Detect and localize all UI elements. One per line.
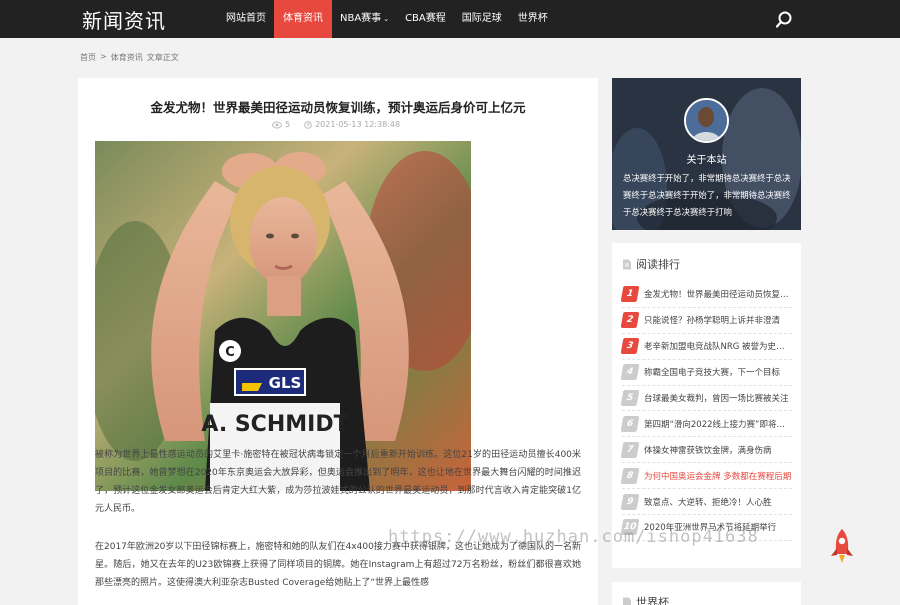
about-card: 关于本站 总决赛终于开始了，非常期待总决赛终于总决赛终于总决赛终于开始了，非常期… [612, 78, 801, 230]
rank-link[interactable]: 台球最美女裁判，曾因一场比赛被关注 [644, 392, 789, 404]
reading-rank-card: 阅读排行 1 金发尤物！世界最美田径运动员恢复训练 2 只能说怪？孙杨学聪明上诉并非… [612, 243, 801, 568]
nav-item-cba[interactable]: CBA赛程 [397, 0, 454, 38]
eye-icon [272, 121, 282, 128]
nav-item-worldcup[interactable]: 世界杯 [510, 0, 556, 38]
nav-item-nba[interactable]: NBA赛事 ⌄ [332, 0, 397, 38]
list-item[interactable]: 5 台球最美女裁判，曾因一场比赛被关注 [620, 386, 792, 412]
rank-link[interactable]: 只能说怪？孙杨学聪明上诉并非澄清 [644, 314, 780, 326]
list-item[interactable]: 7 体操女神雷获铁饮金牌，满身伤病 [620, 437, 792, 464]
rank-link[interactable]: 体操女神雷获铁饮金牌，满身伤病 [644, 444, 772, 456]
rank-list: 1 金发尤物！世界最美田径运动员恢复训练 2 只能说怪？孙杨学聪明上诉并非澄清 3老… [620, 282, 792, 541]
article-photo: C GLS A. SCHMIDT [95, 141, 471, 491]
site-logo[interactable]: 新闻资讯 [82, 5, 166, 34]
view-count-value: 5 [285, 120, 291, 129]
breadcrumb: 首页 > 体育资讯 文章正文 [80, 52, 179, 63]
rank-number: 2 [620, 312, 640, 329]
photo-bib-text: A. SCHMIDT [201, 412, 348, 437]
list-item[interactable]: 4 称霸全国电子竞技大赛，下一个目标 [620, 360, 792, 386]
list-item[interactable]: 6 第四期“滑向2022线上接力赛”即将开始 [620, 411, 792, 438]
rank-link[interactable]: 金发尤物！世界最美田径运动员恢复训练 [644, 288, 792, 300]
clock-icon [304, 120, 312, 129]
about-text: 总决赛终于开始了，非常期待总决赛终于总决赛终于总决赛终于开始了，非常期待总决赛终… [623, 173, 791, 217]
breadcrumb-current: 文章正文 [146, 53, 179, 62]
nav-item-sports[interactable]: 体育资讯 [274, 0, 332, 38]
nav-item-home[interactable]: 网站首页 [218, 0, 274, 38]
rank-number: 6 [620, 415, 640, 432]
main-nav: 网站首页 体育资讯 NBA赛事 ⌄ CBA赛程 国际足球 世界杯 [218, 0, 556, 38]
rank-number: 7 [620, 441, 640, 458]
worldcup-card: 世界杯 [612, 582, 801, 605]
rank-header: 阅读排行 [622, 256, 680, 272]
rank-link[interactable]: 称霸全国电子竞技大赛，下一个目标 [644, 366, 780, 378]
breadcrumb-home[interactable]: 首页 [80, 52, 96, 63]
rank-number: 3 [620, 338, 640, 355]
list-item[interactable]: 9 致意点、大逆转、拒绝冷！人心胜 [620, 489, 792, 516]
worldcup-header: 世界杯 [622, 594, 669, 605]
nav-label: 国际足球 [461, 13, 502, 24]
rank-link[interactable]: 老辛新加盟电竞战队NRG 被誉为史上最强 [644, 340, 792, 352]
article-title: 金发尤物！世界最美田径运动员恢复训练，预计奥运后身价可上亿元 [150, 100, 526, 115]
rank-number: 8 [620, 467, 640, 484]
rank-link[interactable]: 第四期“滑向2022线上接力赛”即将开始 [644, 418, 792, 430]
rank-link[interactable]: 为何中国奥运会金牌 多数都在赛程后期 [644, 470, 791, 482]
list-item[interactable]: 3 老辛新加盟电竞战队NRG 被誉为史上最强 [620, 334, 792, 360]
rank-number: 4 [620, 364, 640, 381]
search-icon[interactable] [774, 10, 794, 30]
rank-number: 5 [620, 390, 640, 406]
nav-label: 体育资讯 [283, 13, 323, 24]
watermark: https://www.huzhan.com/ishop41638 [388, 527, 759, 547]
chevron-down-icon: ⌄ [383, 15, 390, 23]
view-count: 5 [272, 120, 290, 129]
rocket-icon[interactable] [829, 528, 855, 564]
document-icon [623, 259, 631, 269]
article-meta: 5 2021-05-13 12:38:48 [272, 120, 400, 129]
list-item[interactable]: 1 金发尤物！世界最美田径运动员恢复训练 [620, 282, 792, 308]
document-icon [623, 597, 631, 605]
rank-number: 1 [620, 286, 640, 303]
list-item[interactable]: 2 只能说怪？孙杨学聪明上诉并非澄清 [620, 308, 792, 334]
rank-number: 9 [620, 493, 640, 510]
photo-logo-text: GLS [269, 374, 302, 392]
breadcrumb-section[interactable]: 体育资讯 [111, 52, 143, 63]
avatar[interactable] [684, 98, 729, 143]
article-paragraph-1: 被称为世界上最性感运动员的艾里卡·施密特在被冠状病毒锁定一个月后重新开始训练。这… [95, 450, 581, 514]
list-item[interactable]: 8 为何中国奥运会金牌 多数都在赛程后期 [620, 463, 792, 490]
publish-date: 2021-05-13 12:38:48 [304, 120, 400, 129]
about-title: 关于本站 [686, 155, 727, 166]
rank-title: 阅读排行 [636, 258, 680, 271]
nav-item-intl-football[interactable]: 国际足球 [454, 0, 510, 38]
nav-label: CBA赛程 [405, 13, 446, 24]
nav-label: 网站首页 [226, 13, 266, 24]
article-card: 金发尤物！世界最美田径运动员恢复训练，预计奥运后身价可上亿元 5 2021-05… [78, 78, 598, 605]
nav-label: 世界杯 [517, 13, 548, 24]
svg-text:C: C [225, 345, 235, 360]
rank-link[interactable]: 致意点、大逆转、拒绝冷！人心胜 [644, 496, 772, 508]
breadcrumb-separator: > [100, 52, 107, 61]
avatar-image [686, 100, 727, 141]
publish-date-value: 2021-05-13 12:38:48 [315, 120, 401, 129]
worldcup-title: 世界杯 [636, 596, 669, 605]
top-navbar: 新闻资讯 网站首页 体育资讯 NBA赛事 ⌄ CBA赛程 国际足球 世界杯 [0, 0, 900, 38]
nav-label: NBA赛事 [340, 13, 382, 24]
